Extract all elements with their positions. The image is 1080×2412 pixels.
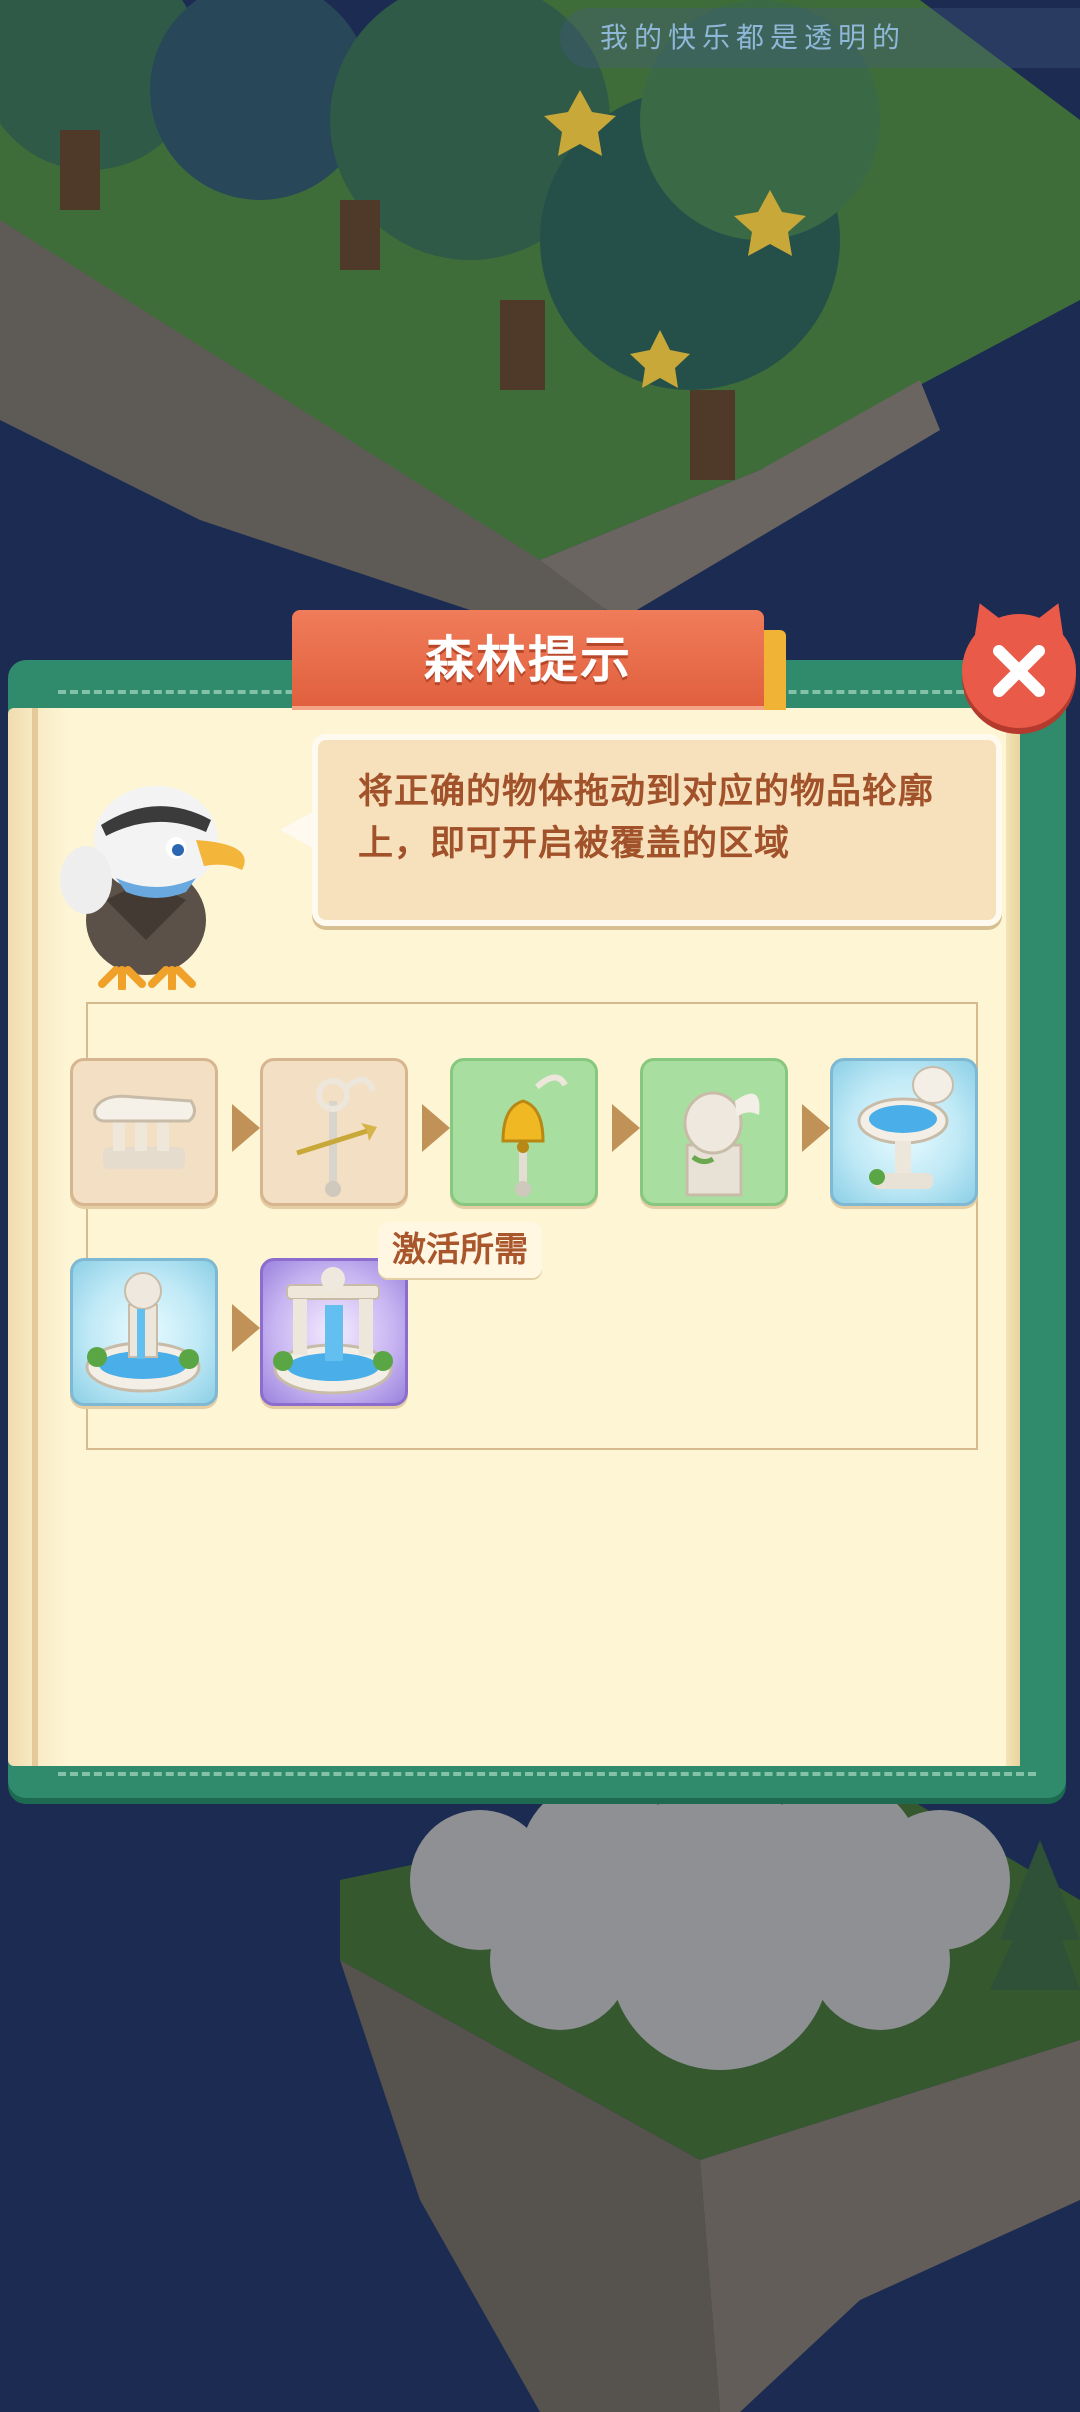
chain-arrow — [802, 1104, 830, 1152]
chain-arrow — [232, 1104, 260, 1152]
golden-bell-staff-icon — [501, 1074, 568, 1197]
chain-arrow — [422, 1104, 450, 1152]
ornate-staff-icon — [296, 1077, 377, 1197]
merge-item-golden-bell-staff[interactable] — [450, 1058, 598, 1206]
hint-speech-bubble: 将正确的物体拖动到对应的物品轮廓上，即可开启被覆盖的区域 — [312, 734, 1002, 926]
dialog-title: 森林提示 — [424, 631, 632, 689]
marquee-text: 我的快乐都是透明的 — [600, 21, 907, 54]
broken-pillar-icon — [93, 1094, 196, 1169]
statue-fountain-icon — [85, 1272, 201, 1393]
stitch-bottom — [58, 1772, 1036, 1776]
close-button[interactable] — [961, 595, 1077, 728]
merge-item-waterfall-fountain[interactable] — [260, 1258, 408, 1406]
marquee-banner: 我的快乐都是透明的 — [560, 8, 1080, 68]
small-fountain-icon — [857, 1066, 954, 1189]
close-icon — [993, 645, 1045, 697]
merge-item-broken-pillar[interactable] — [70, 1058, 218, 1206]
merge-item-ornate-staff[interactable] — [260, 1058, 408, 1206]
merge-item-statue-fountain[interactable] — [70, 1258, 218, 1406]
page-edge — [1006, 708, 1020, 1766]
chain-arrow — [232, 1304, 260, 1352]
activation-requirement-label: 激活所需 — [378, 1222, 542, 1278]
waterfall-fountain-icon — [273, 1267, 393, 1395]
merge-item-small-fountain[interactable] — [830, 1058, 978, 1206]
page-spine — [32, 708, 38, 1766]
eagle-mascot-icon — [60, 786, 245, 990]
winged-statue-icon — [683, 1091, 760, 1197]
chain-arrow — [612, 1104, 640, 1152]
hint-text: 将正确的物体拖动到对应的物品轮廓上，即可开启被覆盖的区域 — [358, 772, 935, 864]
merge-item-winged-statue[interactable] — [640, 1058, 788, 1206]
